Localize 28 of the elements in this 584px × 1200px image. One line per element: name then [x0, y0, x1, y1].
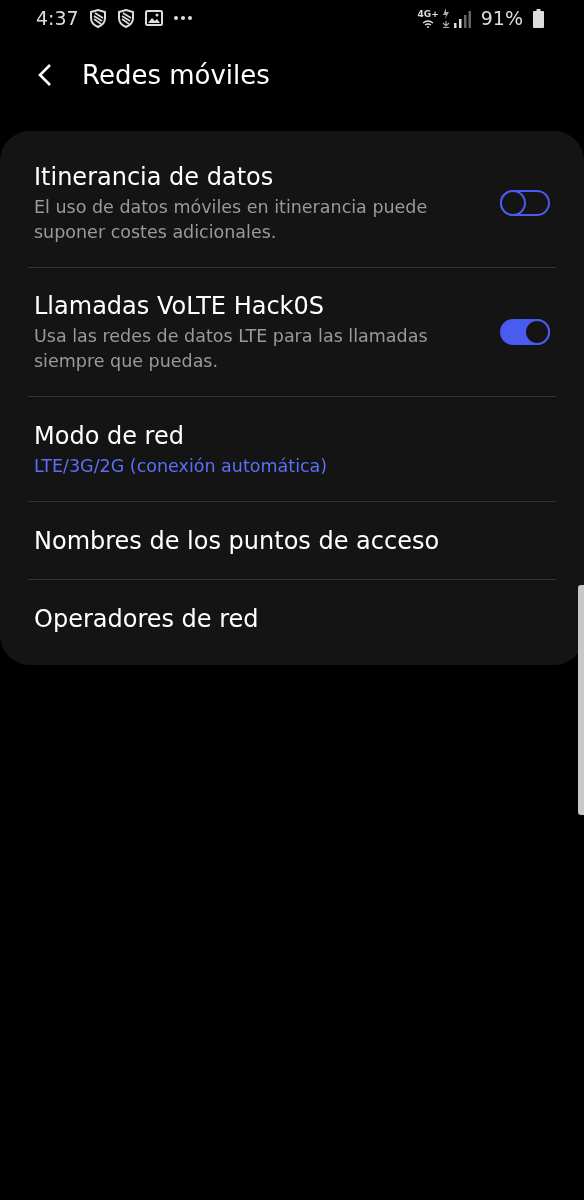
settings-item[interactable]: Operadores de red [0, 580, 576, 657]
setting-value: LTE/3G/2G (conexión automática) [34, 454, 329, 478]
settings-item[interactable]: Llamadas VoLTE Hack0S Usa las redes de datos LTE para las llamadas siempre que puedas. [0, 268, 576, 396]
setting-title: Modo de red [34, 420, 185, 452]
more-icon [172, 15, 193, 21]
settings-item[interactable]: Nombres de los puntos de acceso [0, 502, 576, 579]
setting-title: Nombres de los puntos de acceso [34, 525, 441, 557]
setting-description: Usa las redes de datos LTE para las llamadas siempre que puedas. [34, 325, 429, 373]
wifi-icon [422, 20, 435, 28]
battery-percent: 91% [480, 7, 523, 29]
setting-title: Itinerancia de datos [34, 162, 275, 193]
shield-icon [88, 8, 107, 28]
data-arrows-icon [441, 8, 450, 28]
shield-icon [116, 8, 135, 28]
setting-title: Llamadas VoLTE Hack0S [34, 291, 325, 322]
setting-title: Operadores de red [34, 603, 260, 635]
page-title: Redes móviles [82, 60, 270, 90]
setting-description: El uso de datos móviles en itinerancia puede suponer costes adicionales. [34, 196, 429, 244]
settings-item[interactable]: Modo de red LTE/3G/2G (conexión automática) [0, 397, 576, 501]
image-icon [144, 10, 163, 26]
toggle-switch[interactable] [500, 319, 550, 345]
back-icon [38, 63, 52, 87]
settings-item[interactable]: Itinerancia de datos El uso de datos móviles en itinerancia puede suponer costes adicionales. [0, 139, 576, 267]
signal-icon [452, 10, 471, 28]
toggle-switch[interactable] [500, 190, 550, 216]
network-type: 4G+ [417, 10, 439, 19]
battery-icon [533, 8, 544, 28]
clock: 4:37 [36, 7, 79, 29]
